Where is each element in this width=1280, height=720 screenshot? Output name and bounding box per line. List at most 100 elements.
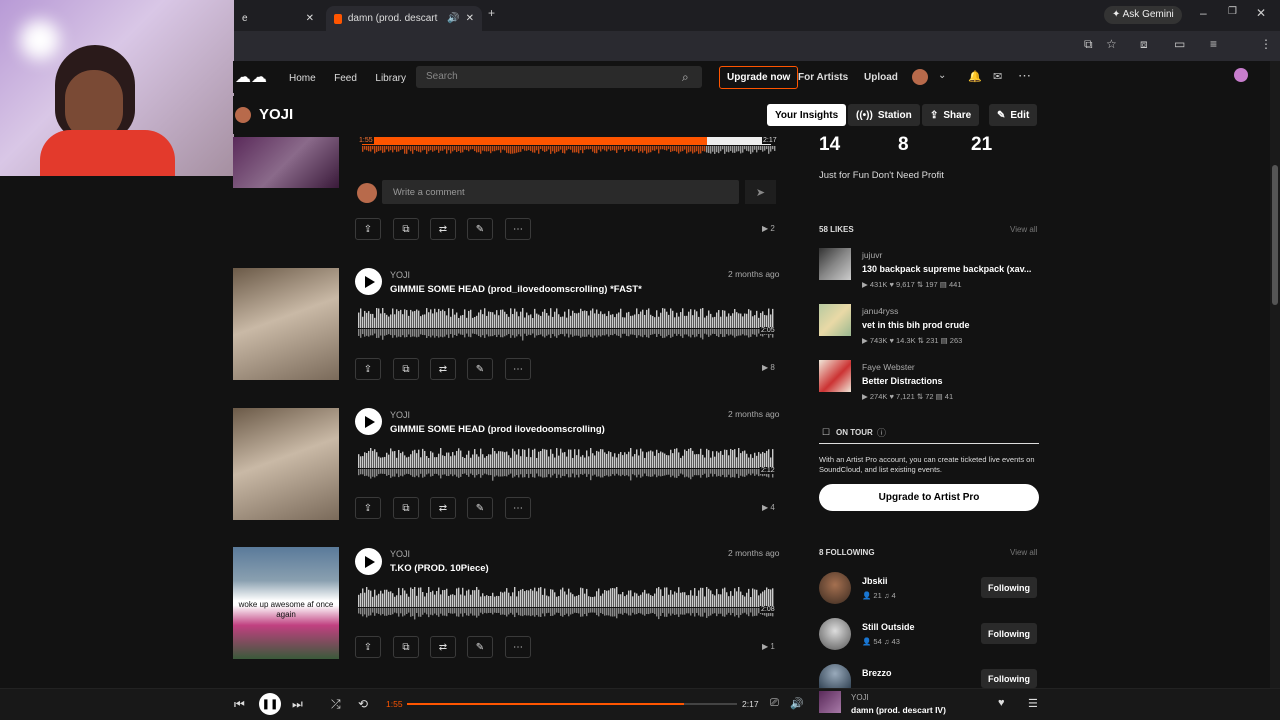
minimize-icon[interactable]: – — [1200, 6, 1207, 20]
now-playing-artwork[interactable] — [819, 691, 841, 713]
waveform[interactable] — [358, 448, 776, 488]
now-playing-artist[interactable]: YOJI — [851, 693, 869, 702]
like-title[interactable]: Better Distractions — [862, 376, 943, 386]
next-icon[interactable]: ⏭ — [292, 697, 303, 712]
following-button[interactable]: Following — [981, 669, 1037, 688]
ask-gemini-button[interactable]: ✦ Ask Gemini — [1104, 6, 1182, 24]
following-button[interactable]: Following — [981, 623, 1037, 644]
browser-tab-1[interactable]: e ✕ — [234, 6, 322, 31]
edit-track-button[interactable]: ✎ — [467, 218, 493, 240]
following-name[interactable]: Still Outside — [862, 622, 915, 632]
play-button[interactable] — [355, 548, 382, 575]
following-name[interactable]: Brezzo — [862, 668, 892, 678]
soundcloud-logo-icon[interactable]: ☁☁ — [235, 67, 267, 87]
followers-count[interactable]: 14 — [819, 134, 840, 156]
your-insights-button[interactable]: Your Insights — [767, 104, 847, 126]
track-title[interactable]: T.KO (PROD. 10Piece) — [390, 563, 489, 574]
copy-link-button[interactable]: ⧉ — [393, 497, 419, 519]
repost-button[interactable]: ⇄ — [430, 636, 456, 658]
media-icon[interactable]: ≡ — [1210, 37, 1217, 51]
more-track-button[interactable]: ⋯ — [505, 636, 531, 658]
track-artist[interactable]: YOJI — [390, 270, 410, 280]
following-button[interactable]: Following — [981, 577, 1037, 598]
cast-icon[interactable]: ▭ — [1174, 37, 1185, 51]
window-close-icon[interactable]: ✕ — [1256, 6, 1266, 20]
upload-link[interactable]: Upload — [864, 72, 898, 83]
track-artwork[interactable]: woke up awesome af once again — [233, 547, 339, 659]
track-artist[interactable]: YOJI — [390, 549, 410, 559]
track-artwork[interactable] — [233, 137, 339, 188]
profile-avatar-icon[interactable] — [1234, 68, 1248, 82]
copy-link-button[interactable]: ⧉ — [393, 358, 419, 380]
play-button[interactable] — [355, 408, 382, 435]
more-track-button[interactable]: ⋯ — [505, 358, 531, 380]
scrollbar-thumb[interactable] — [1272, 165, 1278, 305]
upgrade-artist-pro-button[interactable]: Upgrade to Artist Pro — [819, 484, 1039, 511]
like-title[interactable]: 130 backpack supreme backpack (xav... — [862, 264, 1031, 274]
waveform-playing[interactable] — [358, 137, 776, 157]
like-artist[interactable]: janu4ryss — [862, 306, 898, 316]
edit-button[interactable]: ✎ Edit — [989, 104, 1038, 126]
page-scrollbar[interactable] — [1270, 61, 1280, 688]
avatar[interactable] — [819, 664, 851, 688]
maximize-icon[interactable]: ❐ — [1228, 6, 1237, 17]
nav-feed[interactable]: Feed — [334, 73, 357, 84]
browser-tab-2[interactable]: damn (prod. descart IV) by 🔊 ✕ — [326, 6, 482, 31]
play-button[interactable] — [355, 268, 382, 295]
track-artwork[interactable] — [233, 408, 339, 520]
waveform[interactable] — [358, 308, 776, 348]
like-artwork[interactable] — [819, 360, 851, 392]
repost-button[interactable]: ⇄ — [430, 497, 456, 519]
copy-link-button[interactable]: ⧉ — [393, 218, 419, 240]
nav-library[interactable]: Library — [375, 73, 406, 84]
browser-menu-icon[interactable]: ⋮ — [1260, 37, 1272, 51]
comment-input[interactable]: Write a comment — [382, 180, 739, 204]
repeat-icon[interactable]: ⟲ — [358, 697, 368, 711]
like-artist[interactable]: Faye Webster — [862, 362, 915, 372]
share-track-button[interactable]: ⇪ — [355, 636, 381, 658]
info-icon[interactable]: ⓘ — [877, 426, 886, 439]
previous-icon[interactable]: ⏮ — [234, 697, 245, 712]
cast-icon[interactable]: ⎚ — [770, 697, 779, 710]
like-artwork[interactable] — [819, 248, 851, 280]
like-artwork[interactable] — [819, 304, 851, 336]
following-count[interactable]: 8 — [898, 134, 909, 156]
notification-bell-icon[interactable]: 🔔 — [968, 70, 982, 83]
bookmark-star-icon[interactable]: ☆ — [1106, 37, 1117, 51]
station-button[interactable]: ((•)) Station — [848, 104, 920, 126]
track-artist[interactable]: YOJI — [390, 410, 410, 420]
share-button[interactable]: ⇪ Share — [922, 104, 980, 126]
search-icon[interactable]: ⌕ — [682, 70, 689, 85]
following-name[interactable]: Jbskii — [862, 576, 888, 586]
search-input[interactable]: Search — [416, 66, 702, 88]
track-title[interactable]: GIMMIE SOME HEAD (prod_ilovedoomscrollin… — [390, 284, 642, 295]
like-artist[interactable]: jujuvr — [862, 250, 882, 260]
more-track-button[interactable]: ⋯ — [505, 497, 531, 519]
copy-link-button[interactable]: ⧉ — [393, 636, 419, 658]
share-track-button[interactable]: ⇪ — [355, 497, 381, 519]
now-playing-title[interactable]: damn (prod. descart IV) — [851, 705, 946, 715]
pause-button[interactable]: ❚❚ — [259, 693, 281, 715]
messages-icon[interactable]: ✉ — [993, 70, 1002, 83]
likes-view-all-link[interactable]: View all — [1010, 225, 1037, 234]
close-icon[interactable]: ✕ — [306, 13, 314, 24]
more-track-button[interactable]: ⋯ — [505, 218, 531, 240]
new-tab-icon[interactable]: + — [488, 6, 495, 20]
progress-track[interactable] — [407, 703, 737, 705]
repost-button[interactable]: ⇄ — [430, 218, 456, 240]
for-artists-link[interactable]: For Artists — [798, 72, 848, 83]
volume-icon[interactable]: 🔊 — [790, 697, 804, 710]
install-icon[interactable]: ⧉ — [1084, 37, 1093, 52]
share-track-button[interactable]: ⇪ — [355, 218, 381, 240]
edit-track-button[interactable]: ✎ — [467, 358, 493, 380]
avatar[interactable] — [819, 572, 851, 604]
user-avatar[interactable] — [912, 69, 928, 85]
shuffle-icon[interactable]: ⤮ — [331, 697, 341, 712]
queue-icon[interactable]: ☰ — [1028, 697, 1038, 710]
track-title[interactable]: GIMMIE SOME HEAD (prod ilovedoomscrollin… — [390, 424, 605, 435]
following-view-all-link[interactable]: View all — [1010, 548, 1037, 557]
like-heart-icon[interactable]: ♥ — [998, 697, 1005, 709]
waveform[interactable] — [358, 587, 776, 627]
send-comment-icon[interactable]: ➤ — [745, 180, 776, 204]
chevron-down-icon[interactable]: ⌄ — [938, 70, 946, 81]
